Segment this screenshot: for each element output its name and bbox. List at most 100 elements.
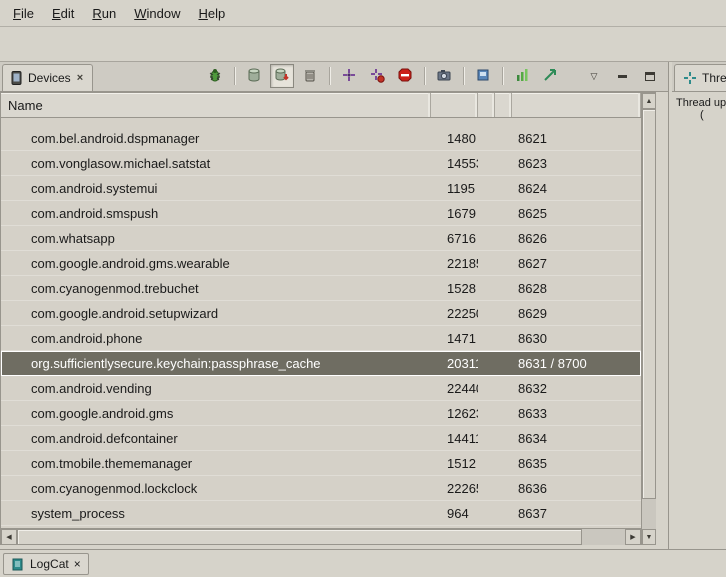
threads-tabbar: Threa (672, 62, 726, 92)
menu-run[interactable]: Run (83, 3, 125, 24)
threads-content: Thread up ( (672, 92, 726, 549)
horizontal-scroll-thumb[interactable] (17, 529, 582, 545)
devices-toolbar: ▽ (203, 64, 668, 91)
menu-file[interactable]: File (4, 3, 43, 24)
toolbar-separator (234, 67, 235, 85)
port-cell: 8629 (512, 306, 641, 321)
capture-system-info-button[interactable] (471, 64, 495, 88)
start-method-profiling-button[interactable] (365, 64, 389, 88)
table-row[interactable]: com.android.systemui 1195 8624 (1, 176, 641, 201)
pid-cell: 1471 (431, 331, 478, 346)
process-name-cell: com.whatsapp (1, 231, 431, 246)
process-name-cell: org.sufficientlysecure.keychain:passphra… (1, 356, 431, 371)
tab-threads[interactable]: Threa (674, 64, 726, 91)
debug-bug-icon (207, 67, 223, 86)
table-row[interactable]: system_process 964 8637 (1, 501, 641, 526)
table-row[interactable]: com.google.android.gms 12623 8633 (1, 401, 641, 426)
tab-threads-label: Threa (702, 71, 726, 85)
toolbar-separator (463, 67, 464, 85)
update-heap-button[interactable] (242, 64, 266, 88)
port-cell: 8628 (512, 281, 641, 296)
cause-gc-button[interactable] (298, 64, 322, 88)
port-cell: 8633 (512, 406, 641, 421)
table-row[interactable]: com.bel.android.dspmanager 1480 8621 (1, 126, 641, 151)
camera-icon (436, 67, 452, 86)
screen-capture-button[interactable] (432, 64, 456, 88)
table-row[interactable]: com.vonglasow.michael.satstat 14553 8623 (1, 151, 641, 176)
up-arrow-icon: ▲ (646, 98, 653, 105)
table-row[interactable]: com.android.defcontainer 14411 8634 (1, 426, 641, 451)
column-header-name[interactable]: Name (1, 93, 431, 117)
table-row[interactable]: com.tmobile.thememanager 1512 8635 (1, 451, 641, 476)
table-row[interactable]: com.android.phone 1471 8630 (1, 326, 641, 351)
method-profiling-icon (369, 67, 385, 86)
view-menu-button[interactable]: ▽ (582, 64, 606, 88)
column-header-port[interactable] (512, 93, 641, 117)
start-opengl-trace-button[interactable] (510, 64, 534, 88)
process-name-cell: com.android.defcontainer (1, 431, 431, 446)
minimize-icon (618, 75, 627, 78)
vertical-scroll-track[interactable] (642, 109, 656, 529)
main-area: Devices × (0, 62, 726, 549)
tab-devices[interactable]: Devices × (2, 64, 93, 91)
table-row[interactable]: com.cyanogenmod.lockclock 22265 8636 (1, 476, 641, 501)
horizontal-scroll-track[interactable] (17, 529, 625, 545)
minimize-button[interactable] (610, 64, 634, 88)
table-row[interactable]: com.android.vending 22440 8632 (1, 376, 641, 401)
table-row[interactable]: com.cyanogenmod.trebuchet 1528 8628 (1, 276, 641, 301)
column-header-pid[interactable] (431, 93, 478, 117)
menu-edit[interactable]: Edit (43, 3, 83, 24)
pid-cell: 12623 (431, 406, 478, 421)
tab-devices-label: Devices (28, 71, 71, 85)
stop-process-button[interactable] (393, 64, 417, 88)
table-row[interactable]: com.android.smspush 1679 8625 (1, 201, 641, 226)
maximize-button[interactable] (638, 64, 662, 88)
ddms-window: File Edit Run Window Help Devices × (0, 0, 726, 577)
tracer-button[interactable] (538, 64, 562, 88)
menu-window[interactable]: Window (125, 3, 189, 24)
hprof-cylinder-icon (274, 67, 290, 86)
process-name-cell: com.android.phone (1, 331, 431, 346)
table-row[interactable]: com.google.android.gms.wearable 22185 86… (1, 251, 641, 276)
dump-hprof-button[interactable] (270, 64, 294, 88)
scroll-down-button[interactable]: ▼ (642, 529, 656, 545)
scroll-right-button[interactable]: ▶ (625, 529, 641, 545)
logcat-icon (11, 557, 25, 571)
debug-process-button[interactable] (203, 64, 227, 88)
process-name-cell: com.cyanogenmod.lockclock (1, 481, 431, 496)
vertical-scroll-thumb[interactable] (642, 109, 656, 499)
toolbar-strip (0, 27, 726, 62)
bottom-bar: LogCat × (0, 549, 726, 577)
menu-help[interactable]: Help (189, 3, 234, 24)
stop-sign-icon (397, 67, 413, 86)
port-cell: 8630 (512, 331, 641, 346)
port-cell: 8634 (512, 431, 641, 446)
process-name-cell: com.cyanogenmod.trebuchet (1, 281, 431, 296)
close-icon[interactable]: × (76, 72, 84, 84)
pid-cell: 22440 (431, 381, 478, 396)
update-threads-button[interactable] (337, 64, 361, 88)
port-cell: 8624 (512, 181, 641, 196)
pid-cell: 1679 (431, 206, 478, 221)
close-icon[interactable]: × (74, 557, 81, 571)
scroll-left-button[interactable]: ◀ (1, 529, 17, 545)
column-header-3[interactable] (478, 93, 495, 117)
pid-cell: 6716 (431, 231, 478, 246)
port-cell: 8631 / 8700 (512, 356, 641, 371)
opengl-bars-icon (514, 67, 530, 86)
process-name-cell: com.bel.android.dspmanager (1, 131, 431, 146)
vertical-scrollbar[interactable]: ▲ ▼ (641, 93, 656, 545)
left-arrow-icon: ◀ (6, 533, 11, 541)
horizontal-scrollbar[interactable]: ◀ ▶ (1, 528, 641, 545)
table-row[interactable]: com.whatsapp 6716 8626 (1, 226, 641, 251)
devices-tabbar: Devices × (0, 62, 668, 92)
tab-logcat[interactable]: LogCat × (3, 553, 89, 575)
process-name-cell: system_process (1, 506, 431, 521)
table-row[interactable]: org.sufficientlysecure.keychain:passphra… (1, 351, 641, 376)
table-row[interactable]: com.google.android.setupwizard 22250 862… (1, 301, 641, 326)
threads-icon (683, 71, 697, 85)
column-header-4[interactable] (495, 93, 512, 117)
down-arrow-icon: ▼ (646, 534, 653, 541)
heap-cylinder-icon (246, 67, 262, 86)
scroll-up-button[interactable]: ▲ (642, 93, 656, 109)
